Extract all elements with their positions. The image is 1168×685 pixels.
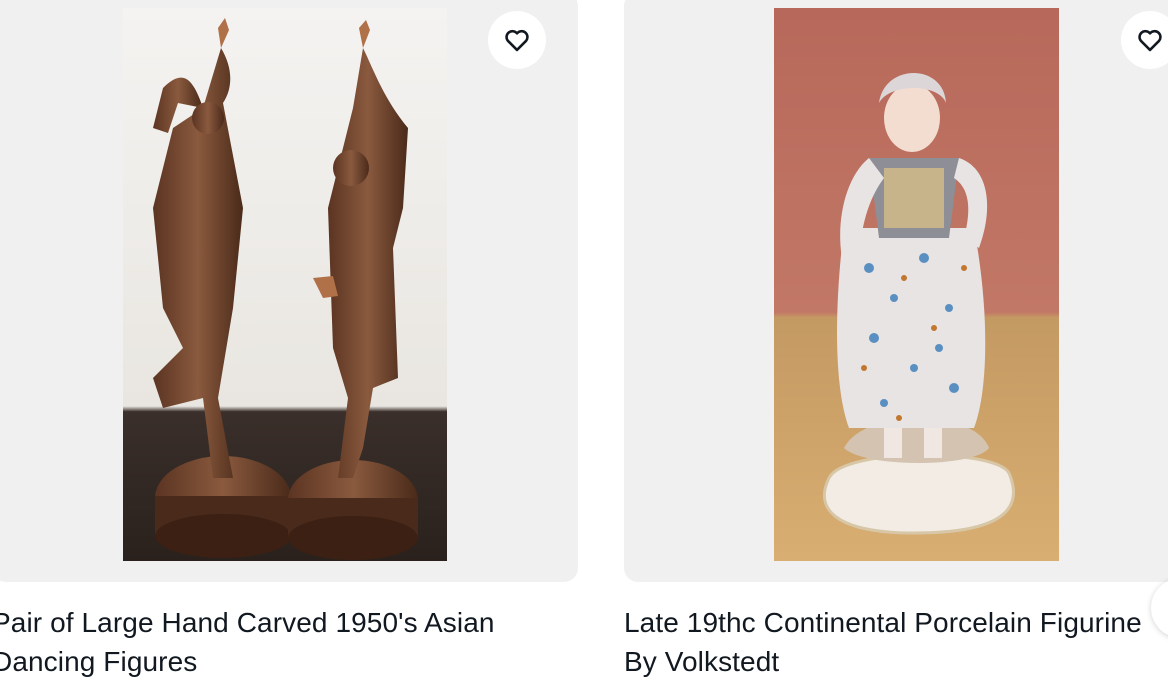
listing-carousel: Pair of Large Hand Carved 1950's Asian D… — [0, 0, 1168, 685]
listing-title[interactable]: Late 19thc Continental Porcelain Figurin… — [624, 603, 1144, 681]
wooden-figures-image — [123, 8, 447, 561]
listing-card[interactable]: Pair of Large Hand Carved 1950's Asian D… — [0, 0, 578, 685]
heart-outline-icon — [505, 29, 529, 52]
listing-photo[interactable] — [774, 8, 1059, 561]
porcelain-figurine-image — [774, 8, 1059, 561]
favorite-button[interactable] — [1121, 11, 1168, 69]
favorite-button[interactable] — [488, 11, 546, 69]
listing-image-container[interactable] — [624, 0, 1168, 582]
listing-card[interactable]: Late 19thc Continental Porcelain Figurin… — [624, 0, 1168, 685]
heart-outline-icon — [1138, 29, 1162, 52]
listing-title[interactable]: Pair of Large Hand Carved 1950's Asian D… — [0, 603, 572, 681]
listing-photo[interactable] — [123, 8, 447, 561]
listing-image-container[interactable] — [0, 0, 578, 582]
